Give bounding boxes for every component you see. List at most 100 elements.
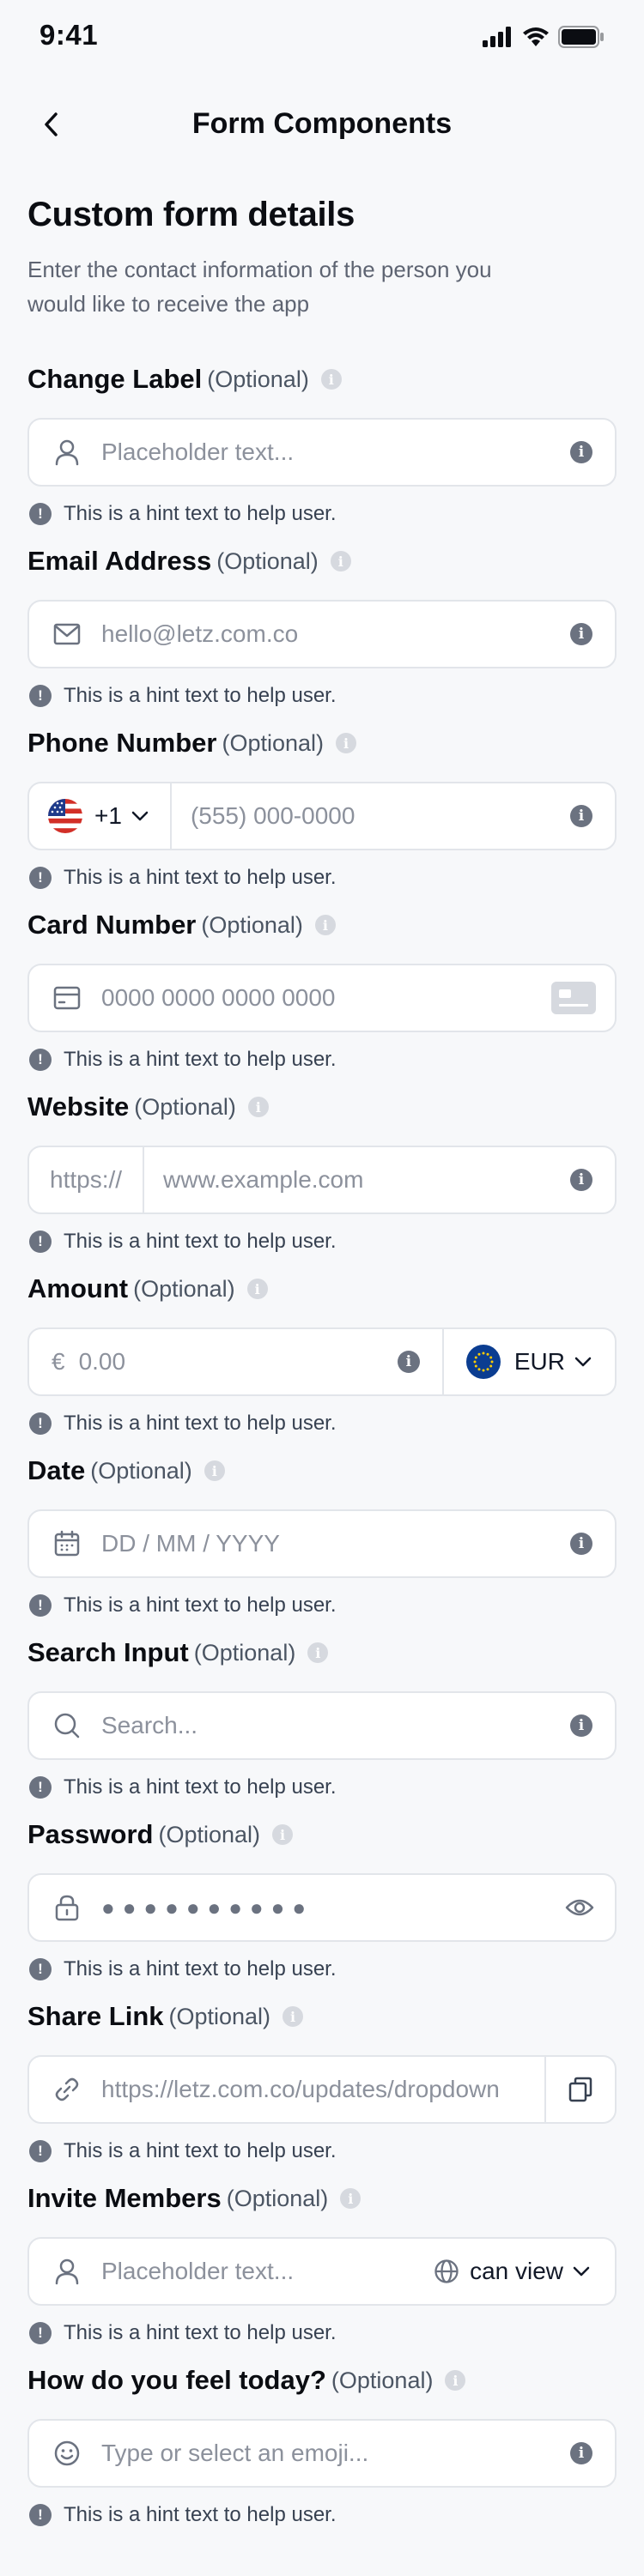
lock-icon — [52, 1892, 82, 1923]
change-label-input[interactable]: Placeholder text... i — [27, 418, 617, 487]
info-icon[interactable]: i — [570, 1169, 592, 1191]
website-input[interactable]: www.example.com — [163, 1166, 570, 1194]
copy-button[interactable] — [546, 2057, 615, 2122]
divider — [169, 783, 172, 849]
optional-label: (Optional) — [207, 366, 309, 392]
eye-icon[interactable] — [565, 1897, 594, 1918]
field-label: Website — [27, 1091, 130, 1122]
optional-label: (Optional) — [158, 1821, 260, 1847]
search-field: Search Input (Optional) i Search... i ! … — [27, 1633, 617, 1803]
currency-select[interactable]: EUR — [444, 1329, 615, 1394]
hint-text: This is a hint text to help user. — [64, 2321, 337, 2344]
field-label: Share Link — [27, 2001, 164, 2031]
info-icon[interactable]: i — [397, 1351, 420, 1373]
hint: ! This is a hint text to help user. — [27, 1772, 617, 1803]
form-subtitle: Enter the contact information of the per… — [27, 257, 492, 317]
field-label-row: Card Number (Optional) i — [27, 905, 617, 945]
hint-text: This is a hint text to help user. — [64, 502, 337, 525]
info-icon[interactable]: i — [283, 2006, 304, 2027]
info-icon[interactable]: i — [307, 1642, 329, 1663]
field-label: Search Input — [27, 1637, 189, 1667]
optional-label: (Optional) — [201, 911, 303, 938]
website-field: Website (Optional) i https:// www.exampl… — [27, 1087, 617, 1257]
search-icon — [52, 1710, 82, 1741]
search-input[interactable]: Search... i — [27, 1691, 617, 1760]
optional-label: (Optional) — [222, 729, 325, 756]
currency-code: EUR — [513, 1348, 565, 1375]
optional-label: (Optional) — [133, 1275, 235, 1302]
alert-icon: ! — [29, 685, 52, 707]
info-icon[interactable]: i — [570, 2442, 592, 2464]
amount-input[interactable]: 0.00 — [79, 1348, 398, 1376]
info-icon[interactable]: i — [272, 1824, 293, 1845]
date-input[interactable]: DD / MM / YYYY i — [27, 1509, 617, 1578]
info-icon[interactable]: i — [247, 1097, 269, 1117]
input-placeholder: Search... — [101, 1712, 198, 1738]
info-icon[interactable]: i — [246, 1279, 268, 1299]
info-icon[interactable]: i — [314, 915, 336, 935]
hint-text: This is a hint text to help user. — [64, 684, 337, 707]
info-icon[interactable]: i — [320, 369, 342, 390]
hint: ! This is a hint text to help user. — [27, 2318, 617, 2349]
phone-input[interactable]: (555) 000-0000 — [191, 802, 570, 830]
hint-text: This is a hint text to help user. — [64, 1230, 337, 1253]
emoji-field: How do you feel today? (Optional) i Type… — [27, 2361, 617, 2531]
share-link-input[interactable]: https://letz.com.co/updates/dropdown — [101, 2076, 544, 2103]
nav-bar: Form Components — [0, 90, 644, 159]
copy-icon — [568, 2077, 592, 2102]
alert-icon: ! — [29, 1958, 52, 1980]
chevron-down-icon — [573, 2266, 590, 2277]
field-label: Amount — [27, 1273, 129, 1303]
alert-icon: ! — [29, 2504, 52, 2526]
currency-symbol: € — [52, 1348, 65, 1375]
info-icon[interactable]: i — [570, 805, 592, 827]
field-label: Phone Number — [27, 728, 217, 758]
card-number-input[interactable]: 0000 0000 0000 0000 — [27, 964, 617, 1032]
email-input[interactable]: hello@letz.com.co i — [27, 600, 617, 668]
smiley-icon — [52, 2438, 82, 2469]
country-code-select[interactable]: +1 — [29, 783, 170, 849]
info-icon[interactable]: i — [204, 1460, 225, 1481]
card-brand-icon — [551, 982, 596, 1014]
divider — [143, 1147, 145, 1212]
info-icon[interactable]: i — [336, 733, 357, 753]
credit-card-icon — [52, 983, 82, 1013]
invite-input[interactable]: Placeholder text... — [101, 2258, 434, 2285]
info-icon[interactable]: i — [330, 551, 351, 571]
optional-label: (Optional) — [168, 2003, 271, 2029]
password-input[interactable]: ●●●●●●●●●● — [27, 1873, 617, 1942]
info-icon[interactable]: i — [570, 1533, 592, 1555]
change-label-field: Change Label (Optional) i Placeholder te… — [27, 360, 617, 529]
hint-text: This is a hint text to help user. — [64, 1412, 337, 1435]
optional-label: (Optional) — [193, 1639, 296, 1666]
field-label-row: Date (Optional) i — [27, 1451, 617, 1491]
field-label-row: How do you feel today? (Optional) i — [27, 2361, 617, 2400]
hint: ! This is a hint text to help user. — [27, 1226, 617, 1257]
info-icon[interactable]: i — [570, 623, 592, 645]
field-label-row: Password (Optional) i — [27, 1815, 617, 1854]
password-mask: ●●●●●●●●●● — [101, 1894, 314, 1920]
info-icon[interactable]: i — [570, 1714, 592, 1737]
field-label-row: Email Address (Optional) i — [27, 541, 617, 581]
field-label-row: Amount (Optional) i — [27, 1269, 617, 1309]
field-label-row: Invite Members (Optional) i — [27, 2179, 617, 2218]
wifi-icon — [523, 27, 549, 46]
eu-flag-icon — [465, 1345, 501, 1379]
hint: ! This is a hint text to help user. — [27, 2136, 617, 2167]
alert-icon: ! — [29, 1412, 52, 1435]
field-label: Email Address — [27, 546, 212, 576]
alert-icon: ! — [29, 1049, 52, 1071]
battery-icon — [558, 26, 604, 48]
optional-label: (Optional) — [216, 547, 319, 574]
form-heading: Custom form details — [27, 196, 355, 233]
email-field: Email Address (Optional) i hello@letz.co… — [27, 541, 617, 711]
permission-select[interactable]: can view — [434, 2258, 591, 2285]
info-icon[interactable]: i — [445, 2370, 466, 2391]
field-label: How do you feel today? — [27, 2365, 326, 2395]
info-icon[interactable]: i — [570, 441, 592, 463]
chevron-down-icon — [131, 811, 149, 821]
calendar-icon — [52, 1528, 82, 1559]
info-icon[interactable]: i — [340, 2188, 361, 2209]
emoji-input[interactable]: Type or select an emoji... i — [27, 2419, 617, 2488]
hint: ! This is a hint text to help user. — [27, 1408, 617, 1439]
